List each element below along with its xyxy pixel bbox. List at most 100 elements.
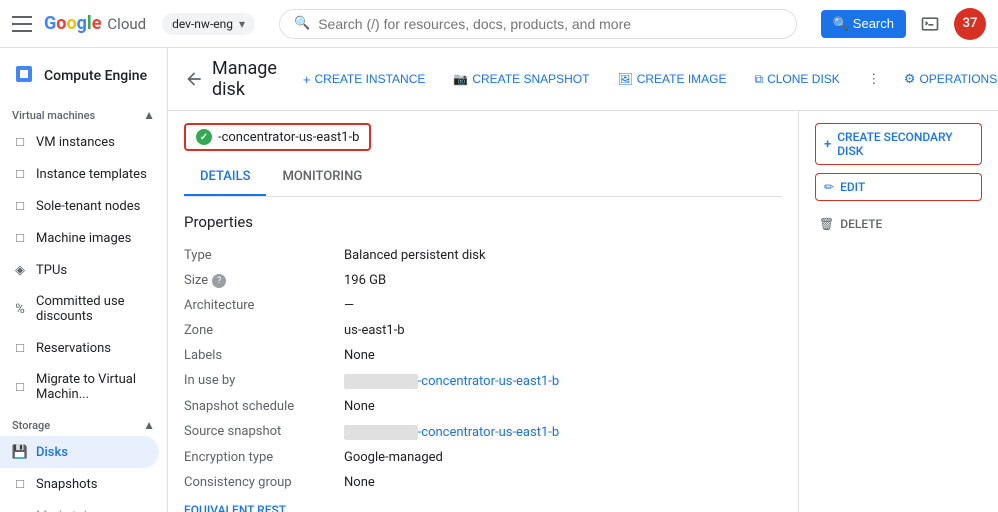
equivalent-rest-link[interactable]: EQUIVALENT REST (184, 495, 286, 512)
sidebar-item-vm-instances[interactable]: □ VM instances (0, 126, 159, 158)
sidebar-item-committed-use[interactable]: % Committed use discounts (0, 286, 159, 332)
delete-button[interactable]: 🗑 DELETE (815, 209, 982, 239)
google-cloud-logo: Google Cloud (44, 13, 146, 34)
project-name: dev-nw-eng (172, 17, 233, 31)
prop-zone: Zone us-east1-b (184, 318, 782, 343)
prop-consistency-group: Consistency group None (184, 470, 782, 495)
content-main: -concentrator-us-east1-b DETAILS MONITOR… (168, 111, 798, 512)
resource-bar: -concentrator-us-east1-b (184, 123, 782, 151)
reservations-icon: □ (12, 340, 28, 356)
prop-size-value: 196 GB (344, 273, 782, 288)
sidebar-item-machine-images[interactable]: □ Machine images (0, 222, 159, 254)
create-secondary-disk-button[interactable]: + CREATE SECONDARY DISK (815, 123, 982, 165)
topbar-right: 37 (914, 8, 986, 40)
clone-disk-button[interactable]: ⧉ CLONE DISK (745, 66, 850, 93)
prop-zone-value: us-east1-b (344, 323, 782, 338)
sidebar-item-sole-tenant[interactable]: □ Sole-tenant nodes (0, 190, 159, 222)
sidebar: Compute Engine Virtual machines ▲ □ VM i… (0, 48, 168, 512)
storage-section-chevron[interactable]: ▲ (143, 418, 155, 432)
sidebar-item-tpus[interactable]: ◈ TPUs (0, 254, 159, 286)
edit-icon: ✏ (824, 180, 834, 194)
marketplace-icon: □ (12, 508, 28, 512)
tabs: DETAILS MONITORING (184, 159, 782, 197)
size-help-icon[interactable]: ? (212, 274, 226, 288)
search-input[interactable] (318, 16, 781, 32)
main-layout: Compute Engine Virtual machines ▲ □ VM i… (0, 48, 998, 512)
sidebar-title: Compute Engine (44, 68, 147, 84)
virtual-machines-section: Virtual machines ▲ (0, 100, 167, 126)
prop-encryption-type: Encryption type Google-managed (184, 445, 782, 470)
user-avatar[interactable]: 37 (954, 8, 986, 40)
search-btn-label: Search (853, 16, 894, 31)
edit-button[interactable]: ✏ EDIT (815, 173, 982, 201)
create-snapshot-icon: 📷 (453, 72, 468, 86)
project-selector[interactable]: dev-nw-eng ▾ (162, 13, 255, 35)
operations-icon: ⚙ (904, 71, 916, 87)
header-right: ⋮ ⚙ OPERATIONS ▾ (858, 63, 998, 95)
sidebar-item-marketplace[interactable]: □ Marketplace (0, 500, 159, 512)
sidebar-item-migrate[interactable]: □ Migrate to Virtual Machin... (0, 364, 159, 410)
status-icon (196, 129, 212, 145)
delete-icon: 🗑 (819, 217, 834, 231)
back-button[interactable] (184, 67, 204, 91)
side-actions-panel: + CREATE SECONDARY DISK ✏ EDIT 🗑 DELETE (798, 111, 998, 512)
prop-encryption-type-value: Google-managed (344, 450, 782, 465)
create-secondary-icon: + (824, 137, 831, 152)
vm-instances-icon: □ (12, 134, 28, 150)
create-image-icon: 🖼 (617, 72, 632, 86)
create-instance-icon: + (303, 72, 311, 87)
search-btn-icon: 🔍 (833, 16, 849, 32)
create-snapshot-button[interactable]: 📷 CREATE SNAPSHOT (443, 66, 599, 92)
in-use-by-link[interactable]: ████████-concentrator-us-east1-b (344, 374, 559, 389)
prop-source-snapshot-value: ████████-concentrator-us-east1-b (344, 424, 782, 440)
resource-name-text: -concentrator-us-east1-b (218, 130, 359, 145)
hamburger-menu[interactable] (12, 12, 36, 36)
prop-snapshot-schedule: Snapshot schedule None (184, 394, 782, 419)
resource-name-box: -concentrator-us-east1-b (184, 123, 371, 151)
compute-engine-icon (12, 62, 36, 90)
search-icon: 🔍 (294, 16, 310, 31)
storage-section: Storage ▲ (0, 410, 167, 436)
search-button[interactable]: 🔍 Search (821, 10, 906, 38)
create-image-button[interactable]: 🖼 CREATE IMAGE (607, 66, 736, 92)
more-options-button[interactable]: ⋮ (858, 63, 890, 95)
prop-consistency-group-value: None (344, 475, 782, 490)
terminal-icon[interactable] (914, 8, 946, 40)
create-instance-button[interactable]: + CREATE INSTANCE (293, 66, 436, 93)
sidebar-item-reservations[interactable]: □ Reservations (0, 332, 159, 364)
project-dropdown-icon: ▾ (239, 17, 245, 31)
page-header: Manage disk + CREATE INSTANCE 📷 CREATE S… (168, 48, 998, 111)
committed-use-icon: % (12, 301, 28, 317)
migrate-icon: □ (12, 379, 28, 395)
topbar: Google Cloud dev-nw-eng ▾ 🔍 🔍 Search 37 (0, 0, 998, 48)
tpus-icon: ◈ (12, 262, 28, 278)
operations-button[interactable]: ⚙ OPERATIONS ▾ (894, 65, 998, 93)
properties-table: Type Balanced persistent disk Size ? 196… (184, 243, 782, 495)
page-title: Manage disk (212, 58, 277, 100)
instance-templates-icon: □ (12, 166, 28, 182)
properties-section-title: Properties (184, 213, 782, 231)
tab-details[interactable]: DETAILS (184, 159, 266, 196)
prop-architecture-value: — (344, 298, 782, 313)
prop-in-use-by: In use by ████████-concentrator-us-east1… (184, 368, 782, 394)
prop-source-snapshot: Source snapshot ████████-concentrator-us… (184, 419, 782, 445)
prop-snapshot-schedule-value: None (344, 399, 782, 414)
prop-in-use-by-value: ████████-concentrator-us-east1-b (344, 373, 782, 389)
sidebar-header: Compute Engine (0, 48, 167, 100)
source-snapshot-link[interactable]: ████████-concentrator-us-east1-b (344, 425, 559, 440)
machine-images-icon: □ (12, 230, 28, 246)
search-bar: 🔍 (279, 9, 797, 39)
tab-monitoring[interactable]: MONITORING (266, 159, 378, 196)
prop-labels-value: None (344, 348, 782, 363)
sidebar-item-instance-templates[interactable]: □ Instance templates (0, 158, 159, 190)
prop-type-value: Balanced persistent disk (344, 248, 782, 263)
sidebar-item-snapshots[interactable]: □ Snapshots (0, 468, 159, 500)
content-area: -concentrator-us-east1-b DETAILS MONITOR… (168, 111, 998, 512)
prop-size: Size ? 196 GB (184, 268, 782, 293)
sidebar-item-disks[interactable]: 💾 Disks (0, 436, 159, 468)
vm-section-chevron[interactable]: ▲ (143, 108, 155, 122)
prop-architecture: Architecture — (184, 293, 782, 318)
snapshots-icon: □ (12, 476, 28, 492)
disks-icon: 💾 (12, 444, 28, 460)
sole-tenant-icon: □ (12, 198, 28, 214)
